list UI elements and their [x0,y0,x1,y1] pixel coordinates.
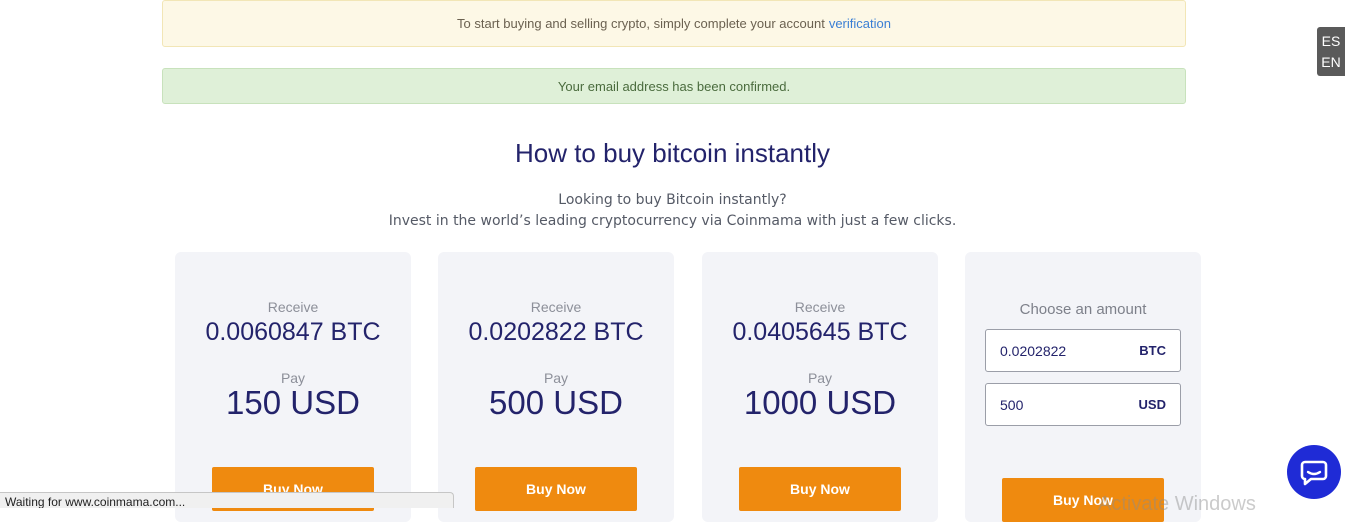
chat-button[interactable] [1287,445,1341,499]
activate-windows-watermark: Activate Windows [1098,493,1256,515]
chat-bubble-icon [1300,460,1328,486]
usd-amount: 150 USD [226,384,360,421]
btc-amount-input[interactable]: 0.0202822 BTC [985,329,1181,372]
usd-unit-label: USD [1138,397,1166,412]
buy-now-button[interactable]: Buy Now [739,467,901,511]
browser-status-bar: Waiting for www.coinmama.com... [0,492,454,508]
btc-amount: 0.0405645 BTC [732,318,908,346]
email-confirmed-alert: Your email address has been confirmed. [162,68,1186,104]
page-subtitle: Looking to buy Bitcoin instantly? Invest… [0,190,1345,232]
verification-link[interactable]: verification [829,16,891,31]
usd-amount-value[interactable]: 500 [1000,397,1139,413]
usd-amount: 1000 USD [743,384,897,421]
btc-amount-value[interactable]: 0.0202822 [1000,343,1139,359]
receive-label: Receive [530,299,582,315]
verification-alert: To start buying and selling crypto, simp… [162,0,1186,47]
subtitle-line-2: Invest in the world’s leading cryptocurr… [388,213,957,229]
btc-amount: 0.0202822 BTC [468,318,644,346]
choose-amount-label: Choose an amount [1019,301,1147,318]
receive-label: Receive [794,299,846,315]
buy-now-button[interactable]: Buy Now [475,467,637,511]
usd-amount-input[interactable]: 500 USD [985,383,1181,426]
offer-card: Receive 0.0405645 BTC Pay 1000 USD Buy N… [702,252,938,522]
offer-card: Receive 0.0060847 BTC Pay 150 USD Buy No… [175,252,411,522]
btc-unit-label: BTC [1139,343,1166,358]
language-en[interactable]: EN [1321,52,1340,73]
email-confirmed-text: Your email address has been confirmed. [557,78,791,94]
subtitle-line-1: Looking to buy Bitcoin instantly? [558,192,787,208]
receive-label: Receive [267,299,319,315]
usd-amount: 500 USD [489,384,623,421]
page-title: How to buy bitcoin instantly [514,138,831,168]
offer-card: Receive 0.0202822 BTC Pay 500 USD Buy No… [438,252,674,522]
btc-amount: 0.0060847 BTC [205,318,381,346]
language-es[interactable]: ES [1322,31,1341,52]
language-switcher: ES EN [1317,27,1345,76]
custom-amount-card: Choose an amount 0.0202822 BTC 500 USD B… [965,252,1201,522]
verification-alert-text: To start buying and selling crypto, simp… [457,16,825,31]
